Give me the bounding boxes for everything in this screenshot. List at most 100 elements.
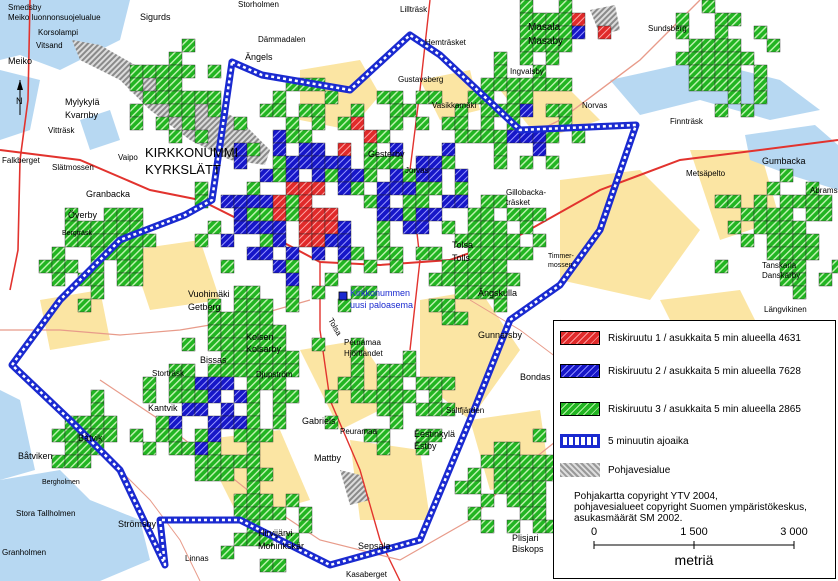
- risk-cell: [311, 155, 326, 170]
- risk-cell: [480, 519, 495, 534]
- risk-cell: [818, 272, 833, 287]
- risk-cell: [298, 519, 313, 534]
- place-label: Storholmen: [238, 0, 279, 9]
- risk-cell: [376, 402, 391, 417]
- place-label: Djupström: [256, 370, 293, 379]
- place-label: Kolsen: [246, 332, 274, 342]
- risk-cell: [792, 233, 807, 248]
- risk-cell: [259, 233, 274, 248]
- risk-cell: [415, 194, 430, 209]
- risk-cell: [519, 246, 534, 261]
- risk-cell: [506, 233, 521, 248]
- risk-cell: [740, 51, 755, 66]
- risk-cell: [506, 441, 521, 456]
- place-label: Kantvik: [148, 403, 178, 413]
- risk-cell: [207, 90, 222, 105]
- risk-cell: [428, 389, 443, 404]
- risk-cell: [324, 233, 339, 248]
- risk-cell: [454, 181, 469, 196]
- risk-cell: [467, 506, 482, 521]
- risk-cell: [727, 12, 742, 27]
- risk-cell: [779, 246, 794, 261]
- risk-cell: [480, 129, 495, 144]
- scale-tick: 0: [591, 526, 597, 538]
- risk-cell: [194, 129, 209, 144]
- risk-cell: [129, 246, 144, 261]
- risk-cell: [350, 116, 365, 131]
- risk-cell: [207, 441, 222, 456]
- risk-cell: [246, 298, 261, 313]
- risk-cell: [155, 77, 170, 92]
- legend-item-route: 5 minuutin ajoaika: [560, 433, 689, 449]
- risk-cell: [337, 220, 352, 235]
- risk-cell: [285, 493, 300, 508]
- fire-station-icon: [338, 291, 348, 301]
- risk-cell: [220, 467, 235, 482]
- risk-cell: [779, 233, 794, 248]
- place-label: Bondas: [520, 372, 551, 382]
- copyright-text: Pohjakartta copyright YTV 2004, pohjaves…: [574, 491, 807, 524]
- risk-cell: [246, 142, 261, 157]
- place-label: Lillträsk: [400, 5, 428, 14]
- risk-cell: [90, 415, 105, 430]
- risk-cell: [298, 103, 313, 118]
- legend-panel: Riskiruutu 1 / asukkaita 5 min alueella …: [553, 320, 836, 579]
- risk-cell: [142, 376, 157, 391]
- risk-cell: [532, 506, 547, 521]
- risk-cell: [493, 259, 508, 274]
- scale-tick: 1 500: [680, 526, 708, 538]
- risk-cell: [259, 220, 274, 235]
- risk-cell: [116, 207, 131, 222]
- risk-cell: [415, 220, 430, 235]
- risk-cell: [272, 389, 287, 404]
- risk-cell: [493, 142, 508, 157]
- risk-cell: [168, 51, 183, 66]
- risk-cell: [558, 103, 573, 118]
- risk-cell: [77, 298, 92, 313]
- risk-cell: [519, 454, 534, 469]
- risk-cell: [428, 272, 443, 287]
- risk-cell: [376, 376, 391, 391]
- risk-cell: [233, 194, 248, 209]
- place-label: Stora Tallholmen: [16, 509, 75, 518]
- risk-cell: [402, 207, 417, 222]
- risk-cell: [480, 116, 495, 131]
- place-label: Vitträsk: [48, 126, 76, 135]
- risk-cell: [337, 181, 352, 196]
- risk-cell: [246, 246, 261, 261]
- risk-cell: [532, 454, 547, 469]
- risk-cell: [428, 155, 443, 170]
- risk-cell: [701, 64, 716, 79]
- risk-cell: [311, 168, 326, 183]
- risk-cell: [389, 103, 404, 118]
- legend-label: Riskiruutu 2 / asukkaita 5 min alueella …: [608, 365, 801, 377]
- risk-cell: [207, 389, 222, 404]
- risk-cell: [415, 246, 430, 261]
- risk-cell: [38, 259, 53, 274]
- place-label: Tolsa: [452, 240, 473, 250]
- place-label: Hemträsket: [425, 38, 467, 47]
- risk-cell: [389, 259, 404, 274]
- risk-cell: [506, 454, 521, 469]
- risk-cell: [350, 168, 365, 183]
- risk-cell: [272, 259, 287, 274]
- risk-cell: [285, 168, 300, 183]
- risk-cell: [441, 376, 456, 391]
- risk-cell: [298, 155, 313, 170]
- risk-cell: [51, 246, 66, 261]
- risk-cell: [506, 90, 521, 105]
- risk-cell: [311, 246, 326, 261]
- risk-cell: [220, 454, 235, 469]
- risk-cell: [727, 194, 742, 209]
- risk-cell: [207, 220, 222, 235]
- place-label: Saltfjärden: [446, 406, 484, 415]
- risk-cell: [532, 480, 547, 495]
- risk-cell: [259, 467, 274, 482]
- place-label: Dämmadalen: [258, 35, 306, 44]
- risk-cell: [701, 77, 716, 92]
- risk-cell: [493, 64, 508, 79]
- risk-cell: [220, 233, 235, 248]
- place-label: Vitsand: [36, 41, 63, 50]
- risk-cell: [519, 207, 534, 222]
- risk-cell: [818, 194, 833, 209]
